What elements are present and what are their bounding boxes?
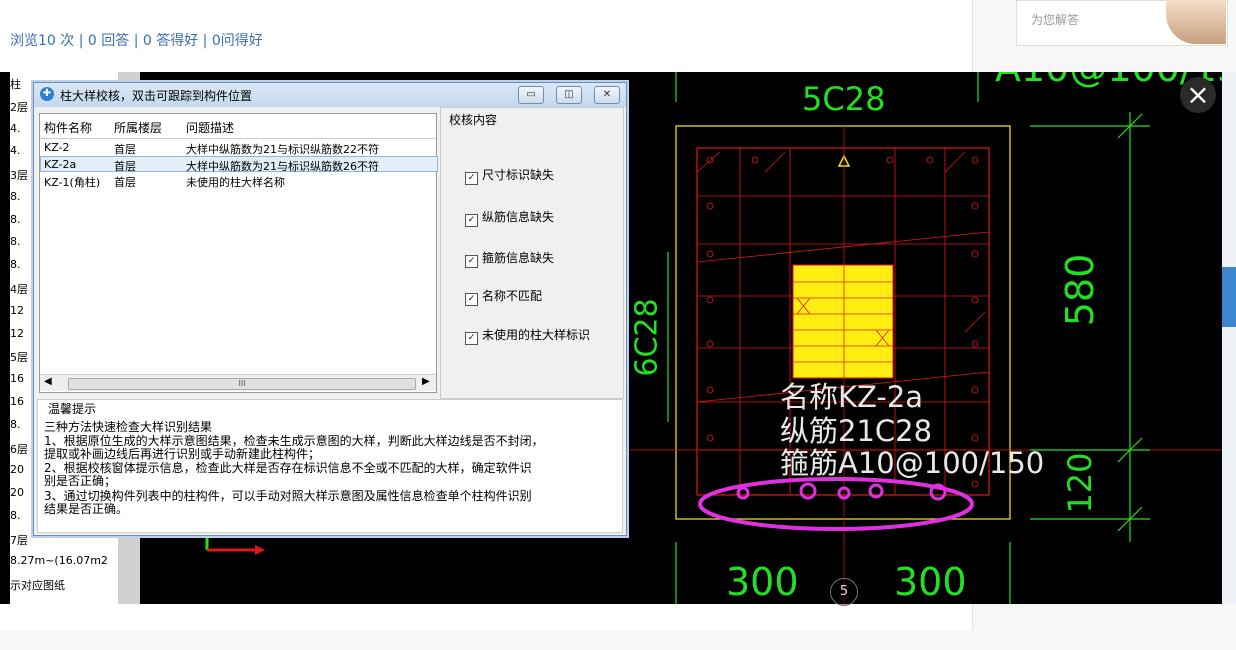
checkbox-name-mismatch[interactable]: ✓ 名称不匹配: [465, 287, 542, 306]
cad-right-dimension-2: 120: [1061, 452, 1099, 514]
cad-bottom-dimension-2: 300: [894, 560, 967, 604]
issue-list[interactable]: 构件名称 所属楼层 问题描述 KZ-2 首层 大样中纵筋数为21与标识纵筋数22…: [39, 113, 438, 393]
item-name: KZ-2a: [44, 158, 77, 171]
checkbox-label: 未使用的柱大样标识: [482, 328, 591, 342]
minimize-button[interactable]: ▭: [518, 86, 544, 104]
checkbox-icon[interactable]: ✓: [465, 172, 478, 185]
dialog-title: 柱大样校核，双击可跟踪到构件位置: [60, 89, 253, 103]
checkbox-unused-label[interactable]: ✓ 未使用的柱大样标识: [465, 326, 590, 345]
restore-button[interactable]: ◫: [556, 86, 582, 104]
cad-bottom-dimension-1: 300: [726, 560, 799, 604]
tips-line: 结果是否正确。: [44, 502, 129, 516]
check-group-legend: 校核内容: [447, 111, 500, 128]
item-issue: 未使用的柱大样名称: [186, 176, 285, 189]
scroll-thumb[interactable]: III: [68, 378, 416, 390]
checkbox-icon[interactable]: ✓: [465, 293, 478, 306]
checkbox-icon[interactable]: ✓: [465, 332, 478, 345]
tips-line: 2、根据校核窗体提示信息，检查此大样是否存在标识信息不全或不匹配的大样，确定软件…: [44, 461, 532, 475]
cad-top-rebar-label: 5C28: [802, 80, 886, 118]
sidebar-blue-arrow-icon[interactable]: [1222, 267, 1236, 327]
checkbox-label: 纵筋信息缺失: [482, 210, 555, 224]
item-issue: 大样中纵筋数为21与标识纵筋数26不符: [186, 160, 379, 173]
highlight-circles: [736, 482, 947, 501]
list-item-selected[interactable]: KZ-2a 首层 大样中纵筋数为21与标识纵筋数26不符: [40, 156, 438, 173]
tips-title: 温馨提示: [48, 402, 97, 416]
cad-stirrup-label: 箍筋A10@100/150: [780, 446, 1045, 480]
viewer-close-button[interactable]: ×: [1180, 77, 1216, 113]
list-header: 构件名称 所属楼层 问题描述: [40, 114, 436, 139]
tips-panel: 温馨提示 三种方法快速检查大样识别结果 1、根据原位生成的大样示意图结果，检查未…: [37, 399, 623, 533]
app-icon: ✚: [40, 87, 54, 101]
checkbox-dimension-missing[interactable]: ✓ 尺寸标识缺失: [465, 166, 554, 185]
check-content-group: 校核内容 ✓ 尺寸标识缺失 ✓ 纵筋信息缺失 ✓ 箍筋信息缺失 ✓ 名称不匹配 ✓ 未使用…: [440, 107, 624, 399]
item-name: KZ-2: [44, 141, 70, 154]
highlight-ellipse: [698, 477, 974, 531]
dialog-titlebar[interactable]: ✚ 柱大样校核，双击可跟踪到构件位置 ▭ ◫ ✕: [34, 83, 626, 107]
item-floor: 首层: [114, 176, 136, 189]
column-header-issue[interactable]: 问题描述: [186, 119, 234, 136]
list-horizontal-scrollbar[interactable]: ◀ III ▶: [40, 374, 436, 391]
cad-left-rebar-label: 6C28: [629, 298, 665, 377]
checkbox-icon[interactable]: ✓: [465, 214, 478, 227]
checkbox-icon[interactable]: ✓: [465, 255, 478, 268]
ad-text: 为您解答: [1031, 13, 1080, 27]
checkbox-label: 名称不匹配: [482, 289, 543, 303]
checkbox-label: 尺寸标识缺失: [482, 168, 555, 182]
scroll-left-icon[interactable]: ◀: [44, 376, 52, 387]
cad-right-dimension: 580: [1058, 253, 1102, 327]
column-header-name[interactable]: 构件名称: [44, 119, 92, 136]
checkbox-stirrup-missing[interactable]: ✓ 箍筋信息缺失: [465, 249, 554, 268]
right-sidebar-strip: [1222, 72, 1236, 604]
item-name: KZ-1(角柱): [44, 176, 101, 189]
checkbox-rebar-missing[interactable]: ✓ 纵筋信息缺失: [465, 208, 554, 227]
close-dialog-button[interactable]: ✕: [594, 86, 620, 104]
checkbox-label: 箍筋信息缺失: [482, 251, 555, 265]
list-item[interactable]: KZ-2 首层 大样中纵筋数为21与标识纵筋数22不符: [40, 140, 436, 156]
column-header-floor[interactable]: 所属楼层: [114, 119, 162, 136]
item-floor: 首层: [114, 143, 136, 156]
scroll-right-icon[interactable]: ▶: [422, 376, 430, 387]
item-issue: 大样中纵筋数为21与标识纵筋数22不符: [186, 143, 379, 156]
close-icon: ×: [1186, 78, 1210, 111]
question-stats: 浏览10 次 | 0 回答 | 0 答得好 | 0问得好: [10, 33, 263, 49]
list-item[interactable]: KZ-1(角柱) 首层 未使用的柱大样名称: [40, 173, 436, 189]
item-floor: 首层: [114, 160, 136, 173]
column-check-dialog: ✚ 柱大样校核，双击可跟踪到构件位置 ▭ ◫ ✕ 构件名称 所属楼层 问题描述 …: [33, 82, 627, 536]
page-number-badge[interactable]: 5: [830, 578, 858, 606]
